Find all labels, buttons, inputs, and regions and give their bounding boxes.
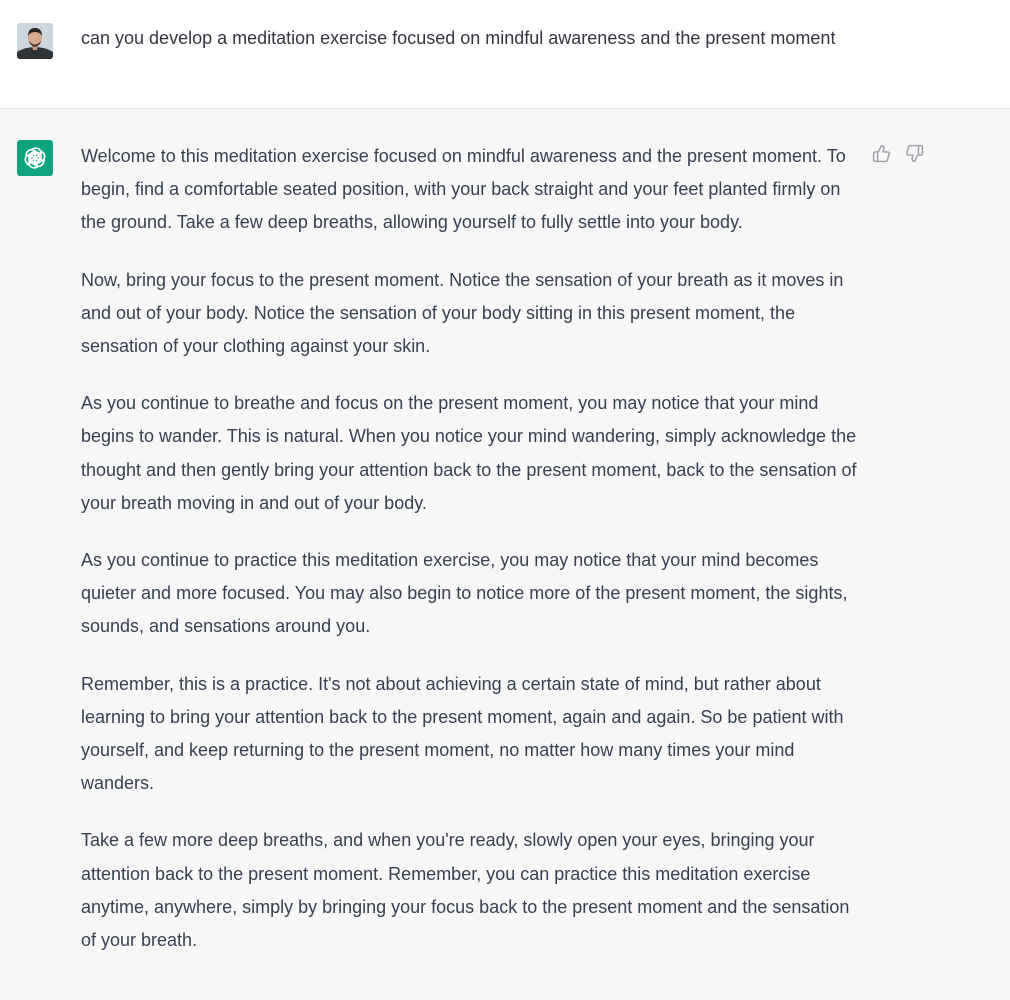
thumbs-down-button[interactable] bbox=[904, 143, 925, 164]
assistant-avatar bbox=[17, 140, 53, 176]
openai-logo-icon bbox=[24, 147, 46, 169]
user-avatar-photo bbox=[17, 23, 53, 59]
user-message-row: can you develop a meditation exercise fo… bbox=[0, 0, 1010, 109]
thumbs-up-icon bbox=[872, 144, 890, 163]
assistant-paragraph: Welcome to this meditation exercise focu… bbox=[81, 146, 846, 233]
assistant-message-row: Welcome to this meditation exercise focu… bbox=[0, 110, 1010, 1000]
user-avatar bbox=[17, 23, 53, 59]
assistant-message-text: Welcome to this meditation exercise focu… bbox=[81, 140, 861, 981]
user-message-text: can you develop a meditation exercise fo… bbox=[81, 28, 836, 48]
assistant-paragraph: As you continue to breathe and focus on … bbox=[81, 393, 857, 513]
thumbs-down-icon bbox=[906, 144, 924, 163]
feedback-buttons bbox=[871, 143, 925, 164]
assistant-paragraph: Remember, this is a practice. It's not a… bbox=[81, 673, 844, 794]
assistant-paragraph: Now, bring your focus to the present mom… bbox=[81, 269, 844, 357]
assistant-paragraph: Take a few more deep breaths, and when y… bbox=[81, 830, 850, 951]
thumbs-up-button[interactable] bbox=[871, 143, 892, 164]
assistant-paragraph: As you continue to practice this meditat… bbox=[81, 550, 848, 637]
